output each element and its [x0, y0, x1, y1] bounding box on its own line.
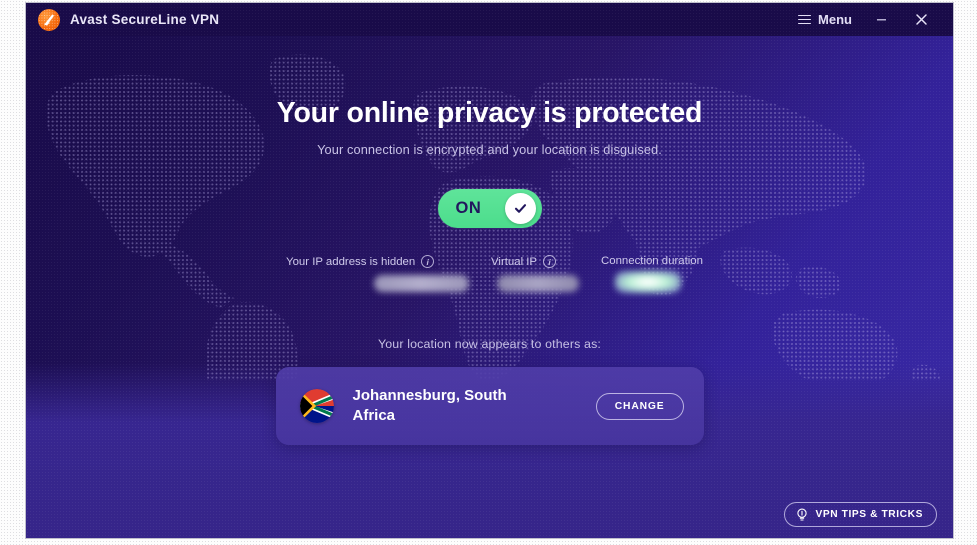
hamburger-icon: [798, 14, 812, 25]
close-icon: [915, 14, 927, 25]
stat-ip-hidden-label: Your IP address is hidden: [286, 255, 416, 268]
stat-virtual-ip-label: Virtual IP: [491, 255, 538, 268]
stat-connection-duration-header: Connection duration: [601, 255, 703, 267]
stat-connection-duration-value-redacted: [615, 271, 682, 294]
page-subtitle: Your connection is encrypted and your lo…: [317, 142, 662, 158]
stat-virtual-ip-header: Virtual IP i: [491, 255, 579, 269]
change-location-button[interactable]: CHANGE: [595, 392, 684, 420]
stat-connection-duration: Connection duration: [601, 255, 703, 294]
south-africa-flag-icon: [299, 389, 334, 424]
location-name: Johannesburg, South Africa: [352, 387, 507, 425]
main-content: Your online privacy is protected Your co…: [26, 36, 953, 538]
stat-virtual-ip-value-redacted: [497, 275, 580, 293]
stat-virtual-ip: Virtual IP i: [491, 255, 580, 293]
location-prompt: Your location now appears to others as:: [377, 337, 602, 352]
vpn-tips-label: VPN TIPS & TRICKS: [815, 509, 923, 520]
vpn-power-toggle[interactable]: ON: [437, 189, 542, 229]
connection-stats: Your IP address is hidden i Virtual IP i: [276, 255, 703, 294]
close-button[interactable]: [901, 3, 941, 36]
minimize-icon: [876, 19, 886, 21]
minimize-button[interactable]: [861, 3, 901, 36]
stat-connection-duration-label: Connection duration: [601, 255, 703, 268]
info-icon[interactable]: i: [421, 255, 435, 269]
avast-logo-icon: [38, 8, 60, 31]
menu-label: Menu: [818, 12, 852, 27]
avast-secureline-vpn-window: Avast SecureLine VPN Menu Your online pr…: [26, 3, 953, 538]
window-controls: Menu: [789, 3, 941, 36]
toggle-state-label: ON: [455, 199, 482, 218]
lightbulb-icon: [797, 508, 808, 521]
menu-button[interactable]: Menu: [789, 7, 861, 32]
vpn-tips-and-tricks-button[interactable]: VPN TIPS & TRICKS: [784, 502, 937, 527]
title-bar: Avast SecureLine VPN Menu: [26, 3, 953, 36]
info-icon[interactable]: i: [543, 255, 557, 269]
location-card: Johannesburg, South Africa CHANGE: [275, 367, 704, 446]
app-brand: Avast SecureLine VPN: [38, 8, 220, 31]
toggle-knob: [504, 193, 536, 225]
app-body: Your online privacy is protected Your co…: [26, 36, 953, 538]
desktop-background: Avast SecureLine VPN Menu Your online pr…: [0, 0, 977, 545]
stat-ip-hidden: Your IP address is hidden i: [286, 255, 470, 293]
stat-ip-hidden-value-redacted: [374, 275, 470, 293]
check-icon: [514, 204, 526, 214]
stat-ip-hidden-header: Your IP address is hidden i: [286, 255, 469, 269]
page-title: Your online privacy is protected: [276, 97, 703, 129]
app-title: Avast SecureLine VPN: [70, 12, 220, 27]
